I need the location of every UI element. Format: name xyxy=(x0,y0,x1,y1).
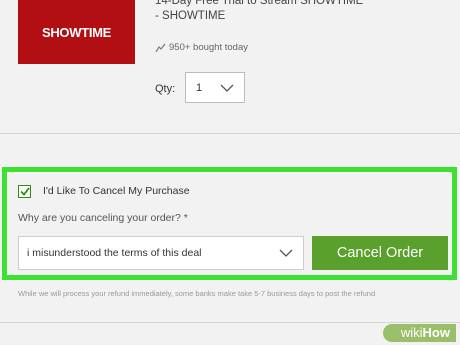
chevron-down-icon xyxy=(220,84,234,92)
trending-icon xyxy=(155,43,166,52)
cancel-purchase-panel: I'd Like To Cancel My Purchase Why are y… xyxy=(2,167,457,280)
bought-text: 950+ bought today xyxy=(169,42,248,53)
cancel-checkbox[interactable] xyxy=(18,185,31,198)
showtime-logo: SHOWTIME xyxy=(18,0,135,64)
watermark-wiki: wiki xyxy=(400,325,423,340)
watermark-how: How xyxy=(422,325,450,340)
reason-select[interactable]: i misunderstood the terms of this deal xyxy=(18,236,304,270)
refund-note: While we will process your refund immedi… xyxy=(18,289,376,298)
checkmark-icon xyxy=(19,187,30,196)
chevron-down-icon xyxy=(279,249,293,257)
logo-text: SHOWTIME xyxy=(41,24,112,40)
reason-label: Why are you canceling your order? * xyxy=(18,212,188,224)
qty-select[interactable]: 1 xyxy=(185,72,245,103)
reason-value: i misunderstood the terms of this deal xyxy=(27,247,202,259)
bottom-divider xyxy=(0,322,460,323)
bought-count: 950+ bought today xyxy=(155,42,248,53)
product-title[interactable]: 14-Day Free Trial to Stream SHOWTIME - S… xyxy=(155,0,395,24)
product-title-line1: 14-Day Free Trial to Stream SHOWTIME xyxy=(155,0,364,7)
qty-label: Qty: xyxy=(155,83,176,95)
cancel-checkbox-label[interactable]: I'd Like To Cancel My Purchase xyxy=(43,185,190,197)
wikihow-watermark: wikiHow xyxy=(382,324,456,342)
cancel-order-button[interactable]: Cancel Order xyxy=(312,236,448,270)
section-divider xyxy=(0,133,460,134)
qty-value: 1 xyxy=(196,81,203,94)
product-title-line2: - SHOWTIME xyxy=(155,10,226,22)
